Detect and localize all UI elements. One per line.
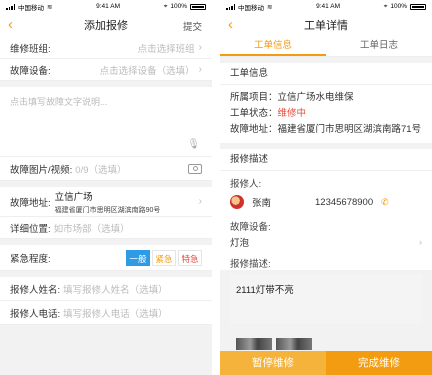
location-icon: ⌖ bbox=[383, 2, 388, 10]
media-count: 0/9（选填） bbox=[75, 164, 127, 176]
address-label: 故障地址: bbox=[10, 197, 51, 209]
address-select[interactable]: 故障地址: 立信广场 福建省厦门市思明区湖滨南路90号 › bbox=[0, 187, 212, 217]
urgency-label: 紧急程度: bbox=[10, 253, 51, 265]
device-row[interactable]: 灯泡 › bbox=[220, 233, 432, 251]
page-title: 添加报修 bbox=[84, 20, 128, 32]
work-order-detail-screen: 中国移动 ≋ 9:41 AM ⌖ 100% ‹ 工单详情 工单信息 工单日志 工… bbox=[220, 0, 432, 375]
team-label: 维修班组: bbox=[10, 43, 51, 55]
urgency-options: 一般 紧急 特急 bbox=[126, 249, 202, 266]
location-label: 详细位置: bbox=[10, 223, 51, 235]
signal-icon bbox=[226, 3, 235, 10]
media-label: 故障图片/视频: bbox=[10, 164, 73, 176]
app-root: 中国移动 ≋ 9:41 AM ⌖ 100% ‹ 添加报修 提交 维修班组: 点击… bbox=[0, 0, 432, 375]
photo-thumbnail[interactable] bbox=[236, 338, 272, 350]
reporter-phone-label: 报修人电话: bbox=[10, 308, 61, 320]
location-icon: ⌖ bbox=[163, 2, 168, 10]
tab-order-log[interactable]: 工单日志 bbox=[326, 37, 432, 56]
reporter-label: 报修人: bbox=[220, 171, 432, 190]
reporter-name-placeholder: 填写报修人姓名（选填） bbox=[63, 284, 168, 296]
status-badge: 维修中 bbox=[277, 108, 307, 119]
chevron-right-icon: › bbox=[198, 64, 202, 75]
desc-label: 报修描述: bbox=[220, 251, 432, 270]
description-box: 2111灯带不亮 bbox=[230, 274, 422, 324]
nav-bar: ‹ 工单详情 bbox=[220, 13, 432, 37]
clock: 9:41 AM bbox=[316, 3, 340, 10]
order-info: 所属项目：立信广场水电维保 工单状态：维修中 故障地址：福建省厦门市思明区湖滨南… bbox=[220, 85, 432, 143]
chevron-right-icon: › bbox=[418, 236, 422, 248]
description-placeholder: 点击填写故障文字说明... bbox=[10, 97, 108, 107]
status-bar: 中国移动 ≋ 9:41 AM ⌖ 100% bbox=[220, 0, 432, 13]
battery-percent: 100% bbox=[170, 3, 187, 10]
description-text: 2111灯带不亮 bbox=[236, 285, 294, 296]
team-placeholder: 点击选择班组 bbox=[137, 43, 195, 55]
reporter-name-label: 报修人姓名: bbox=[10, 284, 61, 296]
photo-thumbnail[interactable] bbox=[276, 338, 312, 350]
clock: 9:41 AM bbox=[96, 3, 120, 10]
tab-bar: 工单信息 工单日志 bbox=[220, 37, 432, 57]
carrier: 中国移动 bbox=[238, 4, 264, 12]
status-bar: 中国移动 ≋ 9:41 AM ⌖ 100% bbox=[0, 0, 212, 13]
project-line: 所属项目：立信广场水电维保 bbox=[230, 92, 354, 103]
urgency-urgent-button[interactable]: 紧急 bbox=[152, 249, 176, 266]
reporter-phone[interactable]: 12345678900 bbox=[315, 197, 373, 208]
chevron-right-icon: › bbox=[198, 196, 202, 207]
status-label: 工单状态： bbox=[230, 108, 278, 119]
photo-thumbnails bbox=[236, 338, 312, 350]
location-input[interactable]: 详细位置: 如市场部（选填） bbox=[0, 217, 212, 239]
device-select[interactable]: 故障设备: 点击选择设备（选填） › bbox=[0, 59, 212, 81]
page-title: 工单详情 bbox=[304, 20, 348, 32]
camera-icon[interactable] bbox=[188, 163, 202, 174]
add-repair-screen: 中国移动 ≋ 9:41 AM ⌖ 100% ‹ 添加报修 提交 维修班组: 点击… bbox=[0, 0, 212, 375]
device-label: 故障设备: bbox=[220, 214, 432, 233]
address-name: 立信广场 bbox=[54, 191, 93, 203]
submit-button[interactable]: 提交 bbox=[183, 19, 202, 33]
wifi-icon: ≋ bbox=[267, 3, 273, 11]
location-placeholder: 如市场部（选填） bbox=[53, 223, 130, 235]
urgency-row: 紧急程度: 一般 紧急 特急 bbox=[0, 245, 212, 271]
info-section-title: 工单信息 bbox=[220, 63, 432, 85]
media-upload-row[interactable]: 故障图片/视频: 0/9（选填） bbox=[0, 157, 212, 181]
device-label: 故障设备: bbox=[10, 65, 51, 77]
battery-icon bbox=[189, 3, 206, 10]
reporter-name-input[interactable]: 报修人姓名: 填写报修人姓名（选填） bbox=[0, 277, 212, 301]
action-bar: 暂停维修 完成维修 bbox=[220, 351, 432, 375]
battery-percent: 100% bbox=[390, 3, 407, 10]
complete-repair-button[interactable]: 完成维修 bbox=[326, 351, 432, 375]
nav-bar: ‹ 添加报修 提交 bbox=[0, 13, 212, 37]
microphone-icon[interactable]: 🎙 bbox=[187, 139, 200, 150]
reporter-phone-input[interactable]: 报修人电话: 填写报修人电话（选填） bbox=[0, 301, 212, 325]
battery-icon bbox=[409, 3, 426, 10]
desc-section-title: 报修描述 bbox=[220, 149, 432, 171]
phone-icon[interactable]: ✆ bbox=[381, 197, 389, 208]
address-line: 故障地址：福建省厦门市思明区湖滨南路71号 bbox=[230, 124, 422, 135]
avatar bbox=[230, 195, 244, 209]
description-textarea[interactable]: 点击填写故障文字说明... 🎙 bbox=[0, 87, 212, 157]
team-select[interactable]: 维修班组: 点击选择班组 › bbox=[0, 37, 212, 59]
reporter-phone-placeholder: 填写报修人电话（选填） bbox=[63, 308, 168, 320]
back-button[interactable]: ‹ bbox=[8, 16, 13, 34]
reporter-row: 张南 12345678900 ✆ bbox=[220, 190, 432, 214]
tab-order-info[interactable]: 工单信息 bbox=[220, 37, 326, 56]
back-button[interactable]: ‹ bbox=[228, 16, 233, 34]
address-detail: 福建省厦门市思明区湖滨南路90号 bbox=[54, 206, 161, 214]
chevron-right-icon: › bbox=[198, 42, 202, 53]
carrier: 中国移动 bbox=[18, 4, 44, 12]
reporter-name: 张南 bbox=[252, 198, 272, 209]
pause-repair-button[interactable]: 暂停维修 bbox=[220, 351, 326, 375]
device-placeholder: 点击选择设备（选填） bbox=[99, 65, 195, 77]
wifi-icon: ≋ bbox=[47, 3, 53, 11]
device-value: 灯泡 bbox=[230, 238, 250, 249]
signal-icon bbox=[6, 3, 15, 10]
urgency-critical-button[interactable]: 特急 bbox=[178, 249, 202, 266]
urgency-normal-button[interactable]: 一般 bbox=[126, 249, 150, 266]
